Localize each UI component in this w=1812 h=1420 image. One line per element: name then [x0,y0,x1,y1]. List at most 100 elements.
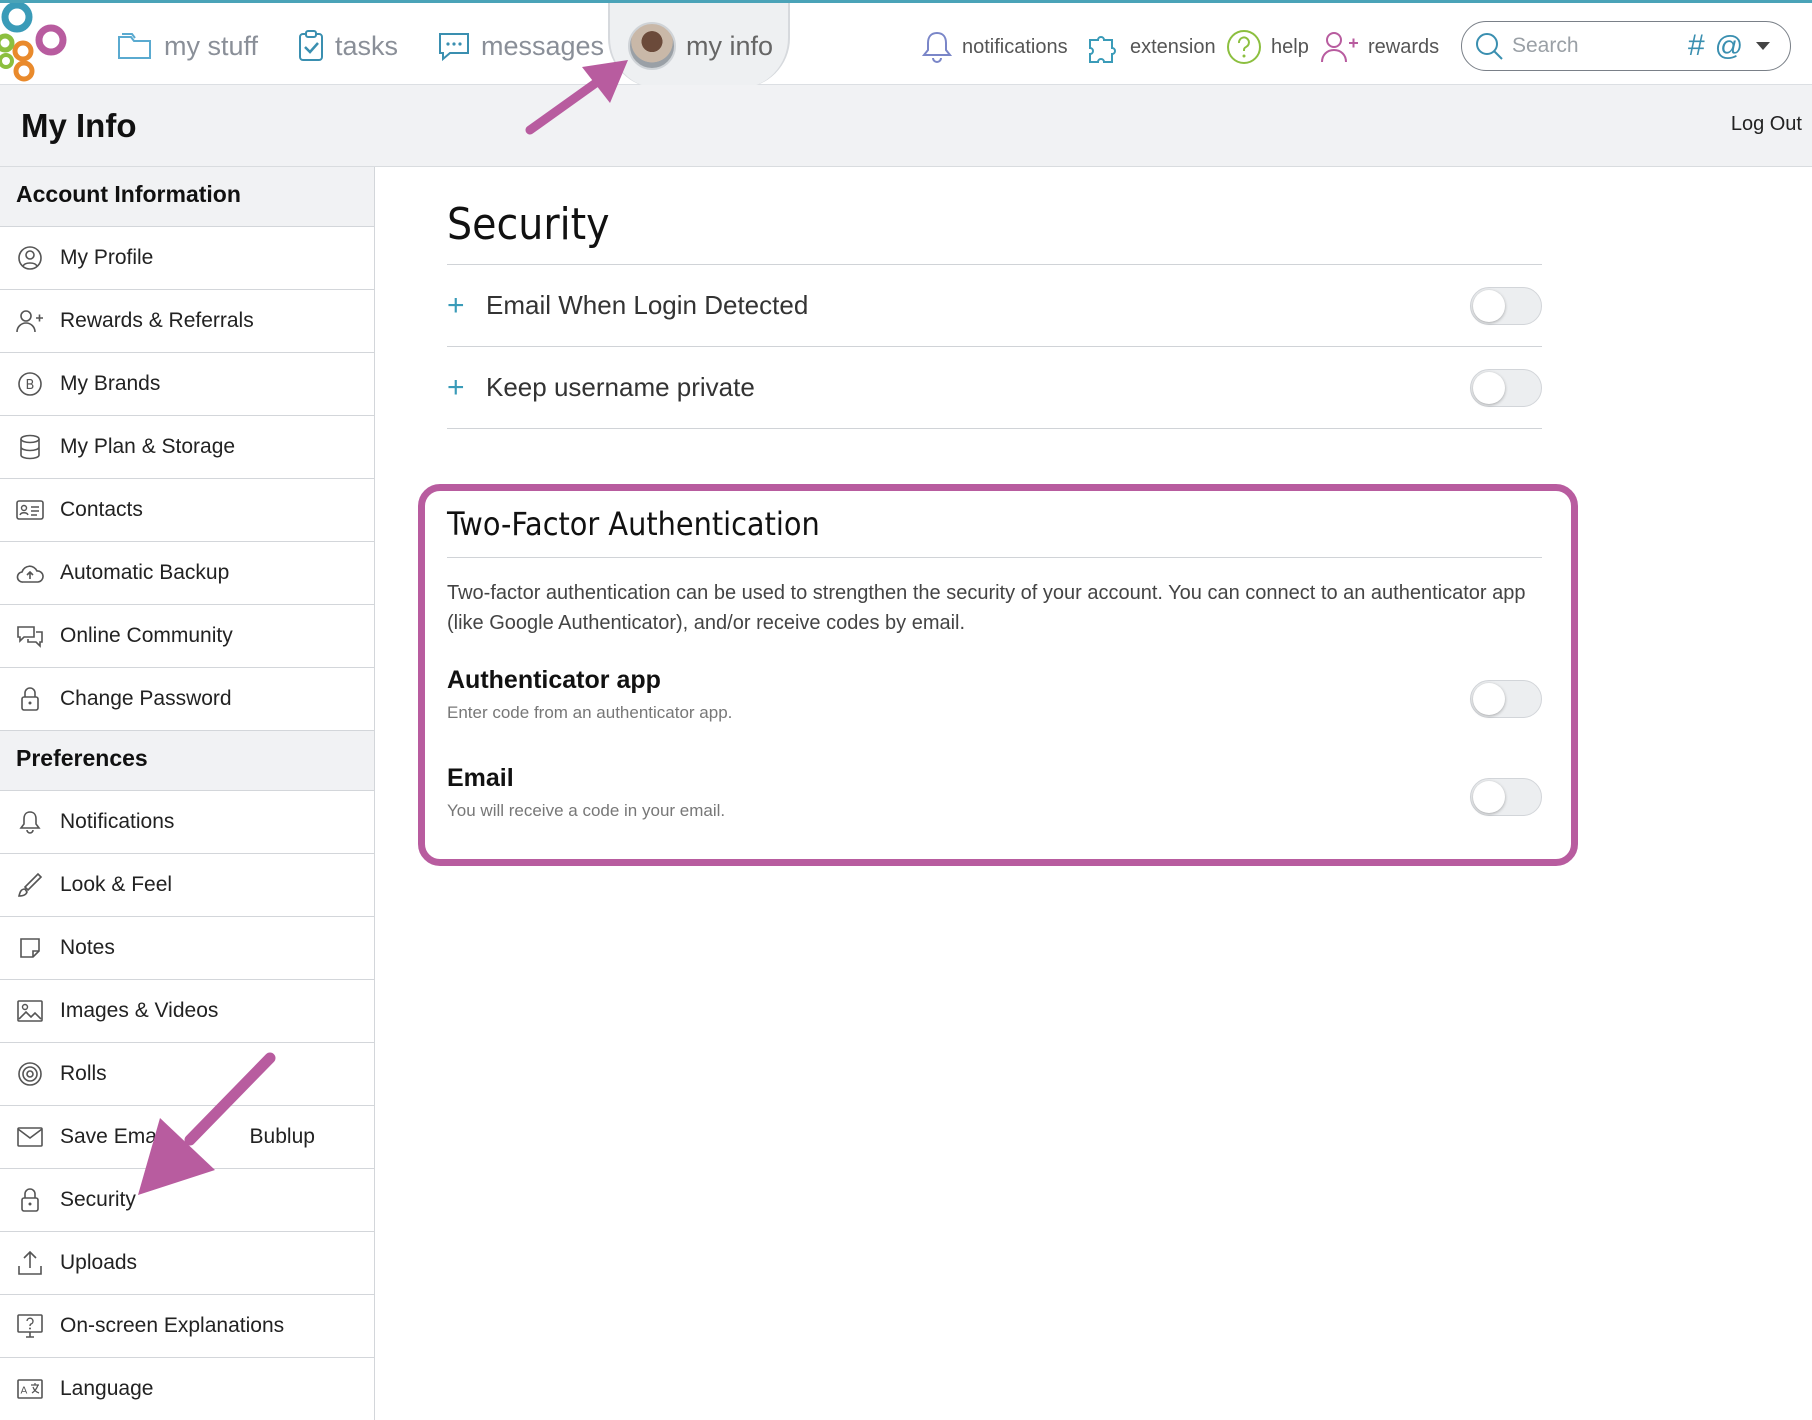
setting-row-login-email: + Email When Login Detected [447,265,1542,347]
upload-icon [18,1250,42,1275]
sidebar-item-label: Security [60,1188,136,1211]
database-icon [20,434,40,460]
authenticator-app-toggle[interactable] [1470,680,1542,718]
nav-messages[interactable]: messages [437,21,604,71]
lock-icon [21,687,39,711]
sidebar-item-onscreen-explanations[interactable]: On-screen Explanations [0,1295,374,1358]
sidebar-item-label: Rewards & Referrals [60,309,254,332]
sidebar-item-label: Online Community [60,624,233,647]
svg-text:A: A [21,1386,28,1397]
setting-label: Keep username private [486,372,755,402]
sidebar-item-my-profile[interactable]: My Profile [0,227,374,290]
help-screen-icon [17,1314,43,1338]
setting-label: Email When Login Detected [486,290,809,320]
brand-icon: B [18,372,42,396]
nav-notifications-label: notifications [962,35,1068,58]
sidebar-item-notes[interactable]: Notes [0,917,374,980]
tfa-section: Two-Factor Authentication Two-factor aut… [447,505,1542,834]
lock-icon [21,1188,39,1212]
hashtag-filter-button[interactable]: # [1688,29,1705,63]
sidebar-item-change-password[interactable]: Change Password [0,668,374,731]
contact-card-icon [16,500,44,520]
nav-tasks[interactable]: tasks [297,21,398,71]
sidebar-item-label: Notes [60,936,115,959]
sidebar-item-contacts[interactable]: Contacts [0,479,374,542]
sidebar-item-label: Save Emai [60,1125,162,1148]
sidebar-item-label: Change Password [60,687,232,710]
app-window: my stuff tasks messages my info notifica… [0,0,1812,1420]
expand-plus-icon[interactable]: + [447,289,486,323]
nav-my-stuff[interactable]: my stuff [116,21,258,71]
chat-bubble-icon [439,33,469,62]
sidebar-item-save-email[interactable]: Save Emai Bublup [0,1106,374,1169]
add-user-icon [1321,32,1358,63]
language-icon: A [17,1379,43,1399]
sidebar-item-label: Rolls [60,1062,107,1085]
email-2fa-toggle[interactable] [1470,778,1542,816]
login-email-toggle[interactable] [1470,286,1542,325]
sidebar-item-rolls[interactable]: Rolls [0,1043,374,1106]
nav-notifications[interactable]: notifications [920,27,1068,67]
nav-extension-label: extension [1130,35,1216,58]
sidebar-item-images-videos[interactable]: Images & Videos [0,980,374,1043]
clipboard-check-icon [299,30,323,61]
main-content: Security + Email When Login Detected + K… [447,167,1542,429]
toggle-knob [1473,683,1505,715]
folder-icon [118,33,151,59]
sidebar-item-online-community[interactable]: Online Community [0,605,374,668]
nav-extension[interactable]: extension [1084,27,1216,67]
add-user-icon [16,310,43,333]
top-nav: my stuff tasks messages my info notifica… [0,0,1812,88]
nav-my-info[interactable]: my info [628,21,773,71]
nav-help[interactable]: help [1225,27,1309,67]
sidebar-item-my-brands[interactable]: B My Brands [0,353,374,416]
profile-icon [18,246,42,270]
sidebar-item-security[interactable]: Security [0,1169,374,1232]
page-title: My Info [21,107,137,144]
image-icon [17,1000,43,1022]
tfa-option-authenticator: Authenticator app Enter code from an aut… [447,666,1542,736]
tfa-option-email: Email You will receive a code in your em… [447,764,1542,834]
cloud-upload-icon [16,565,44,583]
sidebar-item-uploads[interactable]: Uploads [0,1232,374,1295]
spiral-icon [18,1062,42,1086]
logout-link[interactable]: Log Out [1731,113,1802,136]
sidebar-item-automatic-backup[interactable]: Automatic Backup [0,542,374,605]
svg-text:B: B [26,378,35,393]
username-private-toggle[interactable] [1470,368,1542,407]
sidebar-item-label: My Plan & Storage [60,435,236,458]
setting-row-username-private: + Keep username private [447,347,1542,429]
chat-icon [17,626,43,648]
mention-filter-button[interactable]: @ [1715,30,1743,62]
bell-icon [19,811,41,834]
nav-my-info-label: my info [686,30,774,61]
nav-help-label: help [1271,35,1309,58]
nav-rewards-label: rewards [1368,35,1440,58]
sidebar-section-preferences: Preferences [0,731,374,791]
app-logo[interactable] [0,3,70,85]
page-header: My Info Log Out [0,85,1812,167]
tfa-option-title: Email [447,764,514,792]
brush-icon [17,872,43,897]
sidebar-section-account: Account Information [0,167,374,227]
bell-icon [921,31,953,63]
sidebar: Account Information My Profile Rewards &… [0,167,375,1420]
search-input[interactable] [1512,34,1682,58]
sidebar-item-label: Look & Feel [60,873,173,896]
sidebar-item-look-feel[interactable]: Look & Feel [0,854,374,917]
sidebar-item-plan-storage[interactable]: My Plan & Storage [0,416,374,479]
sidebar-item-label: My Profile [60,246,154,269]
tfa-title: Two-Factor Authentication [447,505,1542,558]
sidebar-item-notifications[interactable]: Notifications [0,791,374,854]
nav-rewards[interactable]: rewards [1320,27,1439,67]
chevron-down-icon[interactable] [1755,40,1771,52]
sidebar-item-language[interactable]: A Language [0,1358,374,1420]
sidebar-item-label-tail: Bublup [249,1125,315,1148]
envelope-icon [17,1127,43,1147]
puzzle-icon [1089,36,1116,63]
tfa-option-subtitle: You will receive a code in your email. [447,801,726,820]
sidebar-item-rewards[interactable]: Rewards & Referrals [0,290,374,353]
note-icon [20,938,40,958]
expand-plus-icon[interactable]: + [447,371,486,405]
section-title: Security [447,199,1542,265]
